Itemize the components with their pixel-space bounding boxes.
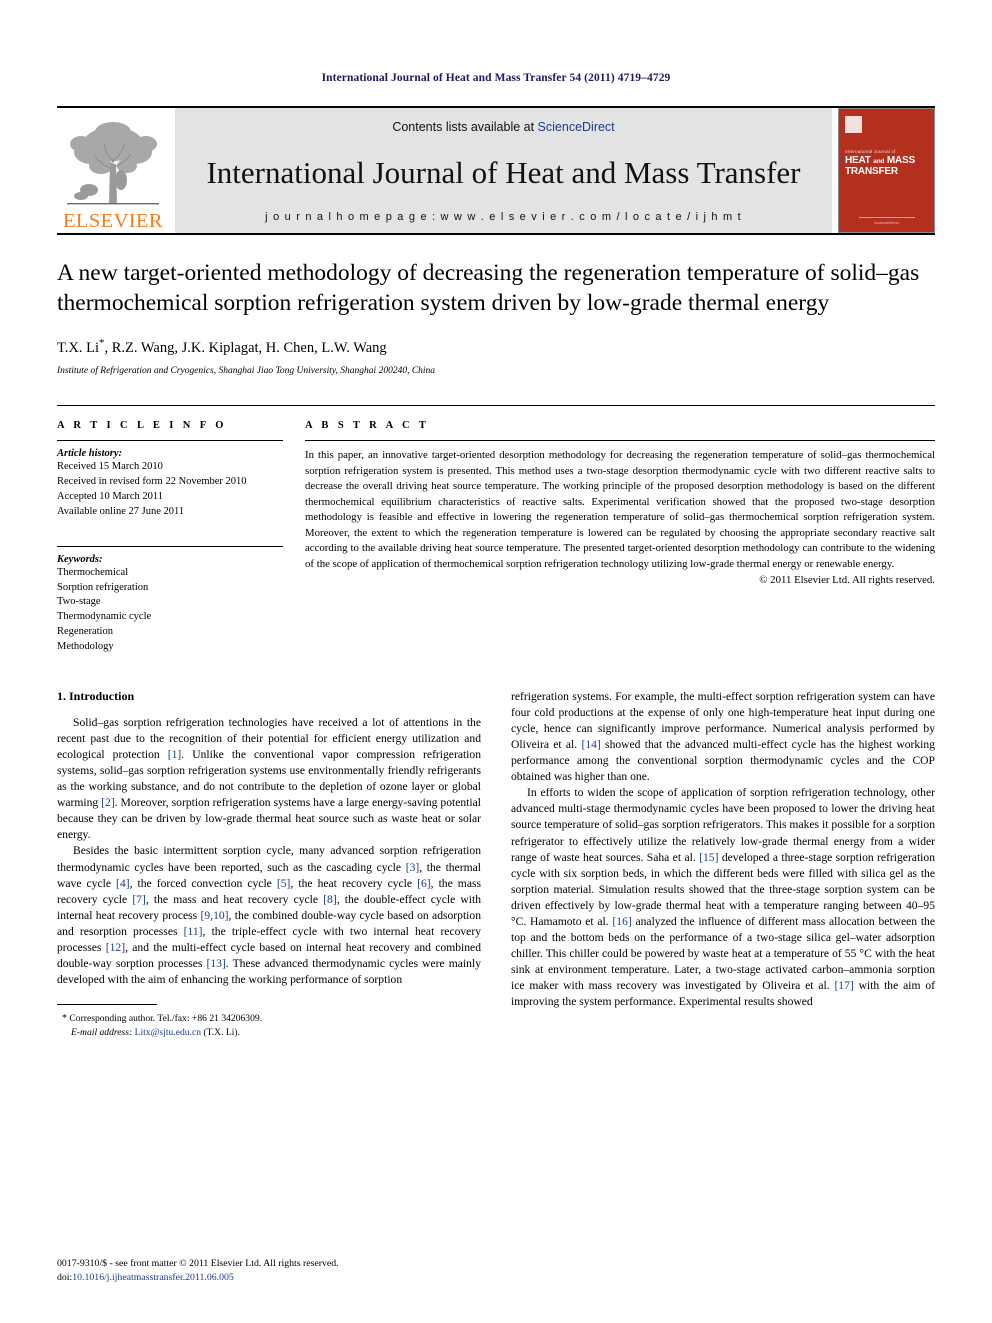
elsevier-logo: ELSEVIER	[57, 108, 169, 233]
abstract-copyright: © 2011 Elsevier Ltd. All rights reserved…	[759, 574, 935, 587]
author-first: T.X. Li	[57, 340, 100, 357]
keyword-item: Regeneration	[57, 626, 113, 638]
abstract-column: A B S T R A C T In this paper, an innova…	[305, 420, 935, 655]
citation-ref[interactable]: [7]	[132, 893, 146, 906]
authors-remaining: , R.Z. Wang, J.K. Kiplagat, H. Chen, L.W…	[104, 340, 387, 357]
info-abstract-region: A R T I C L E I N F O Article history: R…	[57, 405, 935, 655]
cover-footer-label: ScienceDirect	[874, 220, 899, 225]
text-run: . Moreover, sorption refrigeration syste…	[57, 796, 481, 842]
elsevier-tree-icon	[67, 121, 159, 204]
footnote-email-suffix: (T.X. Li).	[203, 1026, 240, 1038]
keyword-item: Two-stage	[57, 596, 101, 608]
citation-ref[interactable]: [5]	[277, 877, 291, 890]
keywords-label: Keywords:	[57, 553, 103, 565]
doi-link[interactable]: 10.1016/j.ijheatmasstransfer.2011.06.005	[72, 1272, 234, 1283]
body-columns: 1. Introduction Solid–gas sorption refri…	[57, 689, 935, 1039]
cover-footer-rule	[858, 217, 915, 218]
footnote-star: *	[62, 1012, 67, 1024]
affiliation: Institute of Refrigeration and Cryogenic…	[57, 366, 436, 377]
journal-masthead: ELSEVIER Contents lists available at Sci…	[57, 106, 935, 233]
keyword-item: Methodology	[57, 641, 114, 653]
text-run: , the heat recovery cycle	[290, 876, 418, 890]
history-item: Received 15 March 2010	[57, 461, 163, 473]
footnote-corresponding-text: Corresponding author. Tel./fax: +86 21 3…	[69, 1012, 263, 1024]
page-footer: 0017-9310/$ - see front matter © 2011 El…	[57, 1257, 339, 1285]
text-run: , the mass and heat recovery cycle	[145, 892, 324, 906]
citation-ref[interactable]: [11]	[184, 925, 203, 938]
cover-footer: ScienceDirect	[839, 217, 934, 225]
citation-ref[interactable]: [15]	[699, 851, 718, 864]
citation-ref[interactable]: [3]	[406, 861, 420, 874]
history-item: Accepted 10 March 2011	[57, 490, 164, 502]
cover-overline: International Journal of	[845, 149, 896, 154]
article-info-heading: A R T I C L E I N F O	[57, 420, 227, 432]
footnote-rule	[57, 1003, 157, 1005]
citation-ref[interactable]: [4]	[116, 877, 130, 890]
article-info-rule	[57, 440, 283, 442]
doi-prefix: doi:	[57, 1271, 73, 1283]
citation-ref[interactable]: [16]	[612, 915, 631, 928]
footnote-email-line: E-mail address: Litx@sjtu.edu.cn (T.X. L…	[57, 1026, 481, 1039]
cover-and: and	[873, 158, 885, 165]
journal-title: International Journal of Heat and Mass T…	[206, 155, 801, 190]
cover-title-line2: TRANSFER	[845, 165, 898, 177]
sciencedirect-banner: Contents lists available at ScienceDirec…	[175, 108, 832, 233]
abstract-heading: A B S T R A C T	[305, 420, 430, 432]
paragraph: Besides the basic intermittent sorption …	[57, 843, 481, 987]
citation-ref[interactable]: [14]	[581, 738, 600, 751]
citation-ref[interactable]: [13]	[206, 957, 225, 970]
contents-available-line: Contents lists available at ScienceDirec…	[392, 120, 614, 134]
section-heading-introduction: 1. Introduction	[57, 689, 135, 704]
abstract-rule	[305, 440, 935, 442]
citation-ref[interactable]: [17]	[834, 979, 853, 992]
author-list: T.X. Li*, R.Z. Wang, J.K. Kiplagat, H. C…	[57, 337, 935, 357]
article-history-label: Article history:	[57, 448, 123, 460]
cover-elsevier-mark-icon	[845, 116, 862, 133]
keyword-item: Thermodynamic cycle	[57, 611, 152, 623]
citation-ref[interactable]: [1]	[168, 748, 182, 761]
masthead-bottom-rule	[57, 233, 935, 235]
body-right-column: refrigeration systems. For example, the …	[511, 689, 935, 1039]
history-item: Received in revised form 22 November 201…	[57, 475, 247, 487]
paragraph: Solid–gas sorption refrigeration technol…	[57, 715, 481, 843]
corresponding-author-footnote: * Corresponding author. Tel./fax: +86 21…	[57, 1003, 481, 1039]
article-info-column: A R T I C L E I N F O Article history: R…	[57, 420, 305, 655]
paragraph: refrigeration systems. For example, the …	[511, 689, 935, 785]
citation-ref[interactable]: [8]	[323, 893, 337, 906]
paragraph: In efforts to widen the scope of applica…	[511, 785, 935, 1010]
journal-homepage-link[interactable]: j o u r n a l h o m e p a g e : w w w . …	[265, 211, 742, 223]
footnote-corresponding-line: * Corresponding author. Tel./fax: +86 21…	[57, 1012, 481, 1026]
page-title: A new target-oriented methodology of dec…	[57, 260, 920, 316]
body-left-column: 1. Introduction Solid–gas sorption refri…	[57, 689, 481, 1039]
cover-heat: HEAT	[845, 155, 871, 166]
sciencedirect-link[interactable]: ScienceDirect	[538, 120, 615, 134]
citation-ref[interactable]: [6]	[417, 877, 431, 890]
citation-ref[interactable]: [2]	[101, 796, 115, 809]
elsevier-wordmark: ELSEVIER	[63, 209, 163, 232]
issn-copyright-line: 0017-9310/$ - see front matter © 2011 El…	[57, 1257, 339, 1269]
keyword-item: Sorption refrigeration	[57, 581, 149, 593]
running-head: International Journal of Heat and Mass T…	[321, 72, 671, 84]
abstract-text: In this paper, an innovative target-orie…	[305, 449, 935, 570]
contents-prefix: Contents lists available at	[392, 120, 538, 134]
keyword-item: Thermochemical	[57, 566, 129, 578]
footnote-email-link[interactable]: Litx@sjtu.edu.cn	[135, 1027, 201, 1038]
keywords-rule	[57, 545, 283, 547]
journal-cover-thumbnail[interactable]: International Journal of HEAT and MASS T…	[838, 108, 935, 233]
doi-line: doi:10.1016/j.ijheatmasstransfer.2011.06…	[57, 1271, 339, 1285]
citation-ref[interactable]: [9,10]	[201, 909, 229, 922]
text-run: , the forced convection cycle	[129, 876, 277, 890]
footnote-email-label: E-mail address:	[71, 1026, 133, 1038]
cover-mass: MASS	[886, 155, 915, 166]
keywords-block: Keywords: Thermochemical Sorption refrig…	[57, 545, 283, 655]
paper-page: International Journal of Heat and Mass T…	[0, 0, 992, 1323]
history-item: Available online 27 June 2011	[57, 505, 185, 517]
citation-ref[interactable]: [12]	[106, 941, 125, 954]
